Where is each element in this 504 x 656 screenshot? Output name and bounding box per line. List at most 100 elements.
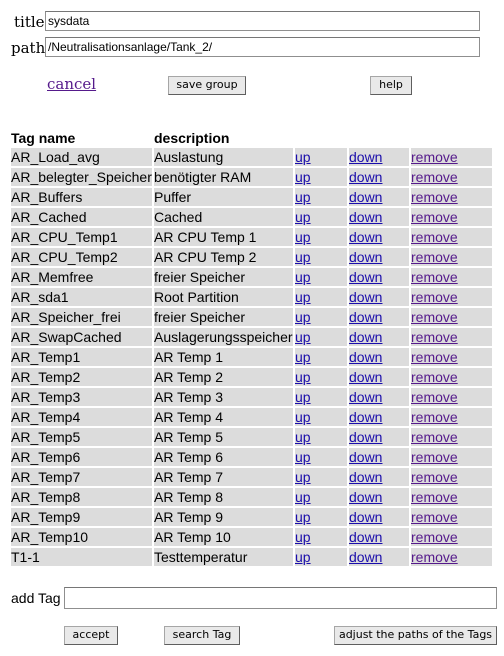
tag-description-cell: AR Temp 7: [154, 468, 293, 486]
move-up-link[interactable]: up: [295, 189, 311, 205]
remove-link[interactable]: remove: [411, 349, 458, 365]
remove-link[interactable]: remove: [411, 549, 458, 565]
move-up-link[interactable]: up: [295, 229, 311, 245]
table-row: AR_Temp7 AR Temp 7 up down remove: [11, 468, 492, 486]
move-down-link[interactable]: down: [349, 249, 382, 265]
adjust-paths-button[interactable]: adjust the paths of the Tags: [334, 626, 497, 645]
table-row: AR_SwapCached Auslagerungsspeicher up down r…: [11, 328, 492, 346]
help-button[interactable]: help: [370, 76, 412, 95]
move-up-link[interactable]: up: [295, 289, 311, 305]
remove-link[interactable]: remove: [411, 209, 458, 225]
tag-name-cell: AR_Temp1: [11, 348, 152, 366]
move-up-link[interactable]: up: [295, 209, 311, 225]
table-row: AR_Temp2 AR Temp 2 up down remove: [11, 368, 492, 386]
table-row: AR_Temp6 AR Temp 6 up down remove: [11, 448, 492, 466]
table-row: AR_Temp8 AR Temp 8 up down remove: [11, 488, 492, 506]
remove-link[interactable]: remove: [411, 329, 458, 345]
move-down-link[interactable]: down: [349, 409, 382, 425]
move-down-link[interactable]: down: [349, 549, 382, 565]
move-up-link[interactable]: up: [295, 509, 311, 525]
move-down-link[interactable]: down: [349, 389, 382, 405]
title-input[interactable]: sysdata: [45, 11, 480, 31]
table-row: AR_Memfree freier Speicher up down remove: [11, 268, 492, 286]
tag-name-cell: AR_Temp9: [11, 508, 152, 526]
move-down-link[interactable]: down: [349, 509, 382, 525]
move-up-link[interactable]: up: [295, 329, 311, 345]
table-row: AR_Temp4 AR Temp 4 up down remove: [11, 408, 492, 426]
path-input[interactable]: /Neutralisationsanlage/Tank_2/: [45, 37, 480, 57]
remove-link[interactable]: remove: [411, 169, 458, 185]
remove-link[interactable]: remove: [411, 189, 458, 205]
move-down-link[interactable]: down: [349, 469, 382, 485]
move-down-link[interactable]: down: [349, 209, 382, 225]
move-up-link[interactable]: up: [295, 249, 311, 265]
remove-link[interactable]: remove: [411, 369, 458, 385]
move-up-link[interactable]: up: [295, 489, 311, 505]
table-row: AR_Buffers Puffer up down remove: [11, 188, 492, 206]
tag-description-cell: Auslagerungsspeicher: [154, 328, 293, 346]
move-down-link[interactable]: down: [349, 189, 382, 205]
move-down-link[interactable]: down: [349, 309, 382, 325]
remove-link[interactable]: remove: [411, 229, 458, 245]
remove-link[interactable]: remove: [411, 449, 458, 465]
remove-link[interactable]: remove: [411, 429, 458, 445]
table-row: AR_Temp1 AR Temp 1 up down remove: [11, 348, 492, 366]
remove-link[interactable]: remove: [411, 389, 458, 405]
header-description: description: [154, 128, 293, 146]
move-up-link[interactable]: up: [295, 469, 311, 485]
tag-description-cell: AR Temp 3: [154, 388, 293, 406]
move-down-link[interactable]: down: [349, 169, 382, 185]
tag-name-cell: T1-1: [11, 548, 152, 566]
tag-description-cell: AR Temp 4: [154, 408, 293, 426]
tag-description-cell: benötigter RAM: [154, 168, 293, 186]
tag-name-cell: AR_Temp3: [11, 388, 152, 406]
move-down-link[interactable]: down: [349, 349, 382, 365]
tag-name-cell: AR_belegter_Speicher: [11, 168, 152, 186]
remove-link[interactable]: remove: [411, 149, 458, 165]
move-down-link[interactable]: down: [349, 149, 382, 165]
tag-name-cell: AR_Temp5: [11, 428, 152, 446]
move-down-link[interactable]: down: [349, 229, 382, 245]
move-down-link[interactable]: down: [349, 449, 382, 465]
move-up-link[interactable]: up: [295, 269, 311, 285]
move-down-link[interactable]: down: [349, 369, 382, 385]
move-up-link[interactable]: up: [295, 369, 311, 385]
tags-table: Tag name description AR_Load_avg Auslastu…: [9, 126, 494, 568]
remove-link[interactable]: remove: [411, 489, 458, 505]
remove-link[interactable]: remove: [411, 249, 458, 265]
move-up-link[interactable]: up: [295, 549, 311, 565]
cancel-link[interactable]: cancel: [47, 75, 96, 93]
move-up-link[interactable]: up: [295, 409, 311, 425]
remove-link[interactable]: remove: [411, 289, 458, 305]
add-tag-label: add Tag: [11, 590, 61, 606]
save-group-button[interactable]: save group: [168, 76, 246, 95]
move-up-link[interactable]: up: [295, 529, 311, 545]
move-up-link[interactable]: up: [295, 169, 311, 185]
add-tag-input[interactable]: [64, 587, 497, 609]
remove-link[interactable]: remove: [411, 469, 458, 485]
remove-link[interactable]: remove: [411, 529, 458, 545]
remove-link[interactable]: remove: [411, 269, 458, 285]
move-down-link[interactable]: down: [349, 289, 382, 305]
move-up-link[interactable]: up: [295, 449, 311, 465]
tag-name-cell: AR_Buffers: [11, 188, 152, 206]
accept-button[interactable]: accept: [64, 626, 118, 645]
tag-name-cell: AR_CPU_Temp2: [11, 248, 152, 266]
move-up-link[interactable]: up: [295, 149, 311, 165]
move-down-link[interactable]: down: [349, 329, 382, 345]
remove-link[interactable]: remove: [411, 409, 458, 425]
move-up-link[interactable]: up: [295, 429, 311, 445]
remove-link[interactable]: remove: [411, 309, 458, 325]
move-down-link[interactable]: down: [349, 429, 382, 445]
move-up-link[interactable]: up: [295, 349, 311, 365]
remove-link[interactable]: remove: [411, 509, 458, 525]
move-down-link[interactable]: down: [349, 529, 382, 545]
tags-table-body: AR_Load_avg Auslastung up down remove AR_bele…: [11, 148, 492, 566]
tag-name-cell: AR_Cached: [11, 208, 152, 226]
move-up-link[interactable]: up: [295, 389, 311, 405]
move-up-link[interactable]: up: [295, 309, 311, 325]
move-down-link[interactable]: down: [349, 489, 382, 505]
tag-name-cell: AR_CPU_Temp1: [11, 228, 152, 246]
search-tag-button[interactable]: search Tag: [164, 626, 240, 645]
move-down-link[interactable]: down: [349, 269, 382, 285]
